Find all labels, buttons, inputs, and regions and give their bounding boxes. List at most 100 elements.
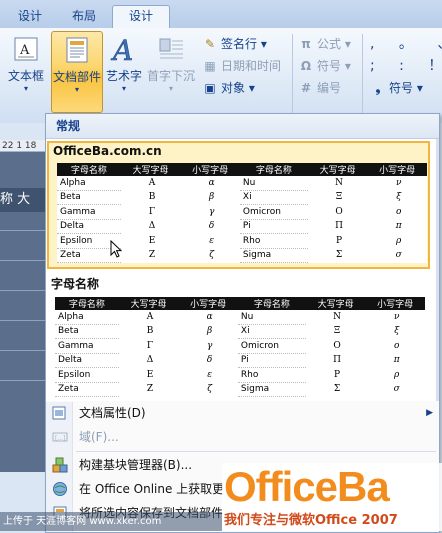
greek-cell: Π: [305, 353, 366, 368]
tab-design-2[interactable]: 设计: [112, 5, 170, 29]
drop-cap-button[interactable]: 首字下沉 ▾: [146, 31, 196, 111]
symbol-button-disabled[interactable]: Ω 符号 ▾: [298, 56, 351, 76]
gallery-item-officeba[interactable]: OfficeBa.com.cn 字母名称 大写字母 小写字母 字母名称 大写字母…: [47, 141, 430, 269]
omega-icon: Ω: [300, 59, 312, 73]
greek-cell: ο: [367, 204, 427, 219]
symbol-disabled-label: 符号: [317, 59, 342, 73]
col-header: 大写字母: [118, 297, 179, 310]
greek-header-row: 字母名称 大写字母 小写字母 字母名称 大写字母 小写字母: [55, 297, 425, 310]
globe-icon: [53, 482, 67, 496]
document-property-icon: [52, 406, 66, 420]
greek-row: Delta Δδ Pi Ππ: [57, 219, 427, 234]
gallery-scrollbar[interactable]: [436, 139, 439, 401]
greek-cell: ξ: [367, 190, 427, 205]
building-blocks-label: 构建基块管理器(B)...: [79, 458, 193, 472]
date-time-button[interactable]: ▦ 日期和时间: [202, 56, 281, 76]
quick-parts-icon: [63, 36, 91, 64]
object-label: 对象: [221, 81, 246, 95]
greek-cell: Ο: [307, 204, 368, 219]
col-header: 小写字母: [180, 163, 240, 176]
quick-parts-button[interactable]: 文档部件 ▾: [51, 31, 103, 113]
col-header: 字母名称: [237, 297, 306, 310]
menu-item-doc-property[interactable]: 文档属性(D) ▶: [46, 401, 439, 425]
greek-table-body: Alpha Αα Nu Νν Beta Ββ Xi Ξξ Gamma Γγ Omicron Οο Del…: [55, 310, 425, 397]
greek-row: Zeta Ζζ Sigma Σσ: [55, 382, 425, 397]
greek-row: Alpha Αα Nu Νν: [55, 310, 425, 325]
gallery-item-letter-names[interactable]: 字母名称 字母名称 大写字母 小写字母 字母名称 大写字母 小写字母 Alpha…: [47, 275, 430, 399]
greek-cell: π: [367, 219, 427, 234]
drop-cap-icon: [157, 35, 185, 63]
numbering-label: 编号: [317, 81, 342, 95]
greek-cell: Γ: [120, 204, 181, 219]
quick-parts-label: 文档部件: [52, 70, 101, 84]
special-symbols-row1[interactable]: , 。 、: [370, 34, 442, 54]
menu-separator: [76, 451, 436, 452]
text-box-label: 文本框: [7, 69, 44, 83]
symbol-button[interactable]: ❟ 符号 ▾: [370, 78, 423, 98]
greek-cell: ζ: [178, 382, 238, 397]
greek-cell: Σ: [307, 248, 368, 263]
building-block-gallery: OfficeBa.com.cn 字母名称 大写字母 小写字母 字母名称 大写字母…: [46, 139, 435, 401]
group-divider: [362, 34, 363, 114]
greek-cell: Beta: [55, 324, 119, 339]
table-line: [0, 260, 46, 261]
greek-cell: Zeta: [55, 382, 119, 397]
greek-cell: Gamma: [57, 204, 121, 220]
submenu-arrow-icon: ▶: [426, 408, 433, 418]
col-header: 小写字母: [178, 297, 238, 310]
building-blocks-icon: [52, 457, 68, 473]
greek-cell: β: [180, 190, 240, 205]
numbering-button[interactable]: # 编号: [298, 78, 341, 98]
object-button[interactable]: ▣ 对象 ▾: [202, 78, 255, 98]
greek-cell: ρ: [365, 367, 425, 382]
greek-cell: β: [178, 324, 238, 339]
greek-cell: Alpha: [55, 310, 119, 325]
signature-line-button[interactable]: ✎ 签名行 ▾: [202, 34, 267, 54]
col-header: 大写字母: [307, 163, 368, 176]
greek-cell: Alpha: [57, 176, 121, 191]
chevron-down-icon: ▾: [344, 37, 351, 51]
greek-cell: σ: [367, 248, 427, 263]
text-box-button[interactable]: A 文本框 ▾: [6, 31, 46, 111]
special-symbols-row2[interactable]: ; : ！: [370, 56, 442, 76]
tab-design-1[interactable]: 设计: [8, 6, 52, 28]
greek-cell: Δ: [120, 219, 181, 234]
greek-cell: Ε: [120, 233, 181, 248]
greek-cell: Ξ: [305, 324, 366, 339]
greek-cell: Ε: [118, 367, 179, 382]
greek-cell: Δ: [118, 353, 179, 368]
greek-cell: Α: [118, 310, 179, 324]
greek-cell: Ζ: [120, 248, 181, 263]
greek-cell: Nu: [239, 176, 308, 191]
field-icon: [...]: [52, 432, 68, 442]
greek-cell: ζ: [180, 248, 240, 263]
wordart-button[interactable]: A 艺术字 ▾: [104, 31, 144, 111]
get-more-label: 在 Office Online 上获取更: [79, 482, 225, 496]
tab-layout[interactable]: 布局: [62, 6, 106, 28]
greek-cell: Ο: [305, 338, 366, 353]
greek-cell: Pi: [239, 219, 308, 234]
greek-cell: Rho: [239, 233, 308, 249]
table-line: [0, 350, 46, 351]
greek-cell: Ρ: [305, 367, 366, 382]
chevron-down-icon: ▾: [344, 59, 351, 73]
greek-cell: ο: [365, 338, 425, 353]
gallery-item-title: OfficeBa.com.cn: [53, 144, 162, 158]
greek-cell: Omicron: [239, 204, 308, 220]
comma-icon: ❟: [375, 81, 381, 95]
pi-icon: π: [301, 37, 311, 51]
greek-cell: Π: [307, 219, 368, 234]
calendar-icon: ▦: [204, 59, 216, 73]
equation-button[interactable]: π 公式 ▾: [298, 34, 351, 54]
greek-cell: Omicron: [237, 338, 306, 354]
col-header: 大写字母: [305, 297, 366, 310]
greek-row: Beta Ββ Xi Ξξ: [57, 190, 427, 205]
field-label: 域(F)...: [79, 430, 119, 444]
chevron-down-icon: ▾: [416, 81, 423, 95]
chevron-down-icon: ▾: [74, 85, 79, 94]
table-line: [0, 320, 46, 321]
menu-item-field[interactable]: [...] 域(F)...: [46, 425, 439, 449]
col-header: 字母名称: [57, 163, 121, 176]
group-divider: [292, 34, 293, 114]
greek-cell: α: [180, 176, 240, 190]
